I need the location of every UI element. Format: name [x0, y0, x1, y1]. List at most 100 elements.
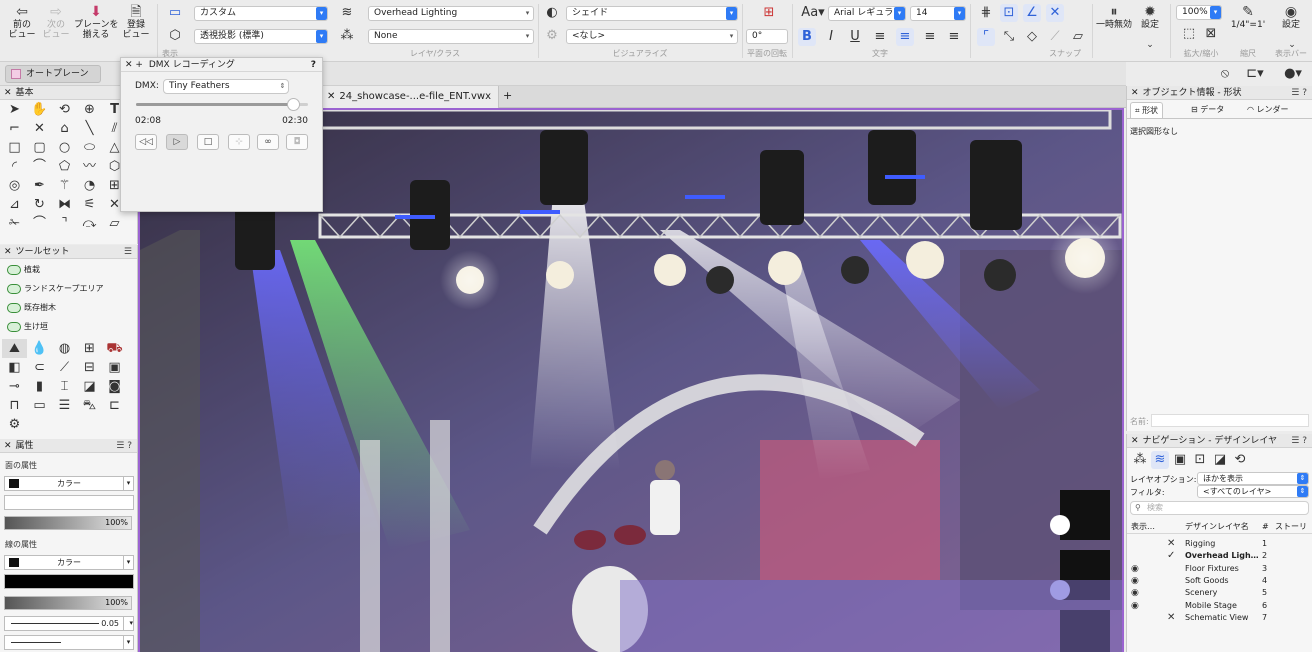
trim-tool-icon[interactable]: ⚟	[77, 195, 102, 214]
site-model-icon[interactable]: ⛰	[2, 339, 27, 358]
menu-icon[interactable]: ☰ ?	[1291, 434, 1307, 448]
snap-point-icon[interactable]: ◇	[1023, 28, 1041, 46]
tab-shape[interactable]: ⌗ 形状	[1130, 102, 1164, 118]
close-icon[interactable]: ✕	[4, 247, 12, 257]
italic-icon[interactable]: I	[822, 28, 840, 46]
parking-icon[interactable]: ▣	[102, 358, 127, 377]
arc-tool-icon[interactable]: ◜	[2, 157, 27, 176]
chamfer-tool-icon[interactable]: ⌝	[52, 214, 77, 233]
stake-icon[interactable]: ◧	[2, 358, 27, 377]
justify-icon[interactable]: ≡	[945, 28, 963, 46]
oval-tool-icon[interactable]: ⬭	[77, 138, 102, 157]
record-button[interactable]: ⊹	[228, 134, 250, 150]
help-button[interactable]: ?	[311, 58, 316, 72]
auto-plane-button[interactable]: オートプレーン	[5, 65, 101, 83]
close-icon[interactable]: ✕	[4, 441, 12, 451]
underline-icon[interactable]: U	[846, 28, 864, 46]
snap-object-icon[interactable]: ⊡	[1000, 4, 1018, 22]
layer-select[interactable]: Overhead Lighting ▾	[368, 6, 534, 21]
font-select[interactable]: Arial レギュラー ▾	[828, 6, 906, 21]
viewports-icon[interactable]: ⊡	[1191, 451, 1209, 469]
col-layer-name[interactable]: デザインレイヤ名	[1185, 520, 1249, 534]
next-view-button[interactable]: ⇨ 次の ビュー	[38, 4, 74, 40]
align-right-icon[interactable]: ≡	[921, 28, 939, 46]
design-layers-icon[interactable]: ≋	[1151, 451, 1169, 469]
filter-select[interactable]: <すべてのレイヤ> ⇕	[1197, 485, 1309, 498]
register-view-button[interactable]: 🗎 登録 ビュー	[118, 4, 154, 40]
snap-tangent-icon[interactable]: ⤡	[1000, 28, 1018, 46]
layer-row[interactable]: ✕ Schematic View 7	[1127, 612, 1312, 624]
stop-button[interactable]: □	[197, 134, 219, 150]
line-style-select[interactable]: ▾	[4, 635, 134, 650]
fillet-tool-icon[interactable]: ⌒	[27, 214, 52, 233]
settings-ring-icon[interactable]: ⚙	[2, 415, 27, 434]
dimension-tool-icon[interactable]: ✕	[27, 119, 52, 138]
close-icon[interactable]: ✕	[1131, 88, 1139, 98]
visibility-tool-icon[interactable]: ◔	[77, 176, 102, 195]
flyover-tool-icon[interactable]: ⟲	[52, 100, 77, 119]
zoom-select[interactable]: 100% ▾	[1176, 5, 1222, 20]
fill-opacity-slider[interactable]: 100%	[4, 516, 132, 530]
tab-data[interactable]: ⊟ データ	[1187, 102, 1228, 118]
existing-tree-tool[interactable]: 既存樹木	[7, 302, 56, 314]
references-icon[interactable]: ⟲	[1231, 451, 1249, 469]
chevron-down-icon[interactable]: ⌄	[1141, 36, 1159, 54]
close-icon[interactable]: ✕	[4, 88, 12, 98]
layer-row[interactable]: ✓ Overhead Ligh… 2	[1127, 550, 1312, 562]
playback-slider[interactable]	[136, 98, 308, 111]
attribute-tool-icon[interactable]: ⌂	[52, 119, 77, 138]
scale-button[interactable]: ✎ 1/4"=1'	[1230, 4, 1266, 30]
shape-tool-icon[interactable]: ▱	[102, 214, 127, 233]
zoom-selection-icon[interactable]: ⊠	[1202, 25, 1220, 43]
document-tab[interactable]: ✕ 24_showcase-...e-file_ENT.vwx	[323, 86, 499, 108]
font-size-select[interactable]: 14 ▾	[910, 6, 966, 21]
snap-grid-icon[interactable]: ⋕	[977, 4, 995, 22]
fence-icon[interactable]: ⌶	[52, 377, 77, 396]
globe-icon[interactable]: ◍	[52, 339, 77, 358]
stair-icon[interactable]: ☰	[52, 396, 77, 415]
polygon-tool-icon[interactable]: ⬠	[52, 157, 77, 176]
offset-tool-icon[interactable]: ✁	[2, 214, 27, 233]
pipe-run-icon[interactable]: ⊏	[102, 396, 127, 415]
eye-icon[interactable]: ◉	[1131, 600, 1139, 612]
connect-tool-icon[interactable]: ⤼	[77, 214, 102, 233]
col-visibility[interactable]: 表示…	[1131, 520, 1155, 534]
pause-snap-button[interactable]: ⏸ 一時無効	[1096, 4, 1132, 30]
layer-row[interactable]: ◉ Scenery 5	[1127, 587, 1312, 599]
playback-handle[interactable]	[287, 98, 301, 111]
align-center-icon[interactable]: ≡	[896, 28, 914, 46]
rotate-tool-icon[interactable]: ↻	[27, 195, 52, 214]
col-story[interactable]: ストーリ	[1275, 520, 1307, 534]
name-input[interactable]	[1151, 414, 1309, 427]
layer-row[interactable]: ◉ Mobile Stage 6	[1127, 600, 1312, 612]
close-icon[interactable]: ✕	[125, 60, 133, 70]
dmx-select[interactable]: Tiny Feathers ⇕	[163, 79, 289, 94]
layer-row[interactable]: ◉ Soft Goods 4	[1127, 575, 1312, 587]
pipe-icon[interactable]: ⊂	[27, 358, 52, 377]
layer-row[interactable]: ◉ Floor Fixtures 3	[1127, 563, 1312, 575]
camera-icon[interactable]: ◙	[102, 377, 127, 396]
line-color-select[interactable]: カラー ▾	[4, 555, 134, 570]
polyline-tool-icon[interactable]: ⌒	[27, 157, 52, 176]
class-layer-select[interactable]: None ▾	[368, 29, 534, 44]
grid-icon[interactable]: ⊞	[77, 339, 102, 358]
menu-icon[interactable]: ☰ ?	[1291, 86, 1307, 100]
render-select[interactable]: シェイド ▾	[566, 6, 738, 21]
layer-options-select[interactable]: ほかを表示 ⇕	[1197, 472, 1309, 485]
spiral-tool-icon[interactable]: ◎	[2, 176, 27, 195]
selection-tool-icon[interactable]: ➤	[2, 100, 27, 119]
rewind-button[interactable]: ◁◁	[135, 134, 157, 150]
sheet-layers-icon[interactable]: ▣	[1171, 451, 1189, 469]
snap-intersection-icon[interactable]: ✕	[1046, 4, 1064, 22]
class-select[interactable]: カスタム ▾	[194, 6, 328, 21]
freehand-tool-icon[interactable]: 〰	[77, 157, 102, 176]
magic-wand-tool-icon[interactable]: ⚚	[52, 176, 77, 195]
bold-icon[interactable]: B	[798, 28, 816, 46]
path-icon[interactable]: ⊸	[2, 377, 27, 396]
grade-icon[interactable]: ⟋	[52, 358, 77, 377]
vehicle-icon[interactable]: ⛟	[102, 339, 127, 358]
zoom-fit-icon[interactable]: ⬚	[1180, 25, 1198, 43]
cursor-mode-icon[interactable]: ⊏▾	[1242, 65, 1268, 83]
menu-icon[interactable]: ☰ ?	[116, 439, 132, 453]
slope-icon[interactable]: ◪	[77, 377, 102, 396]
